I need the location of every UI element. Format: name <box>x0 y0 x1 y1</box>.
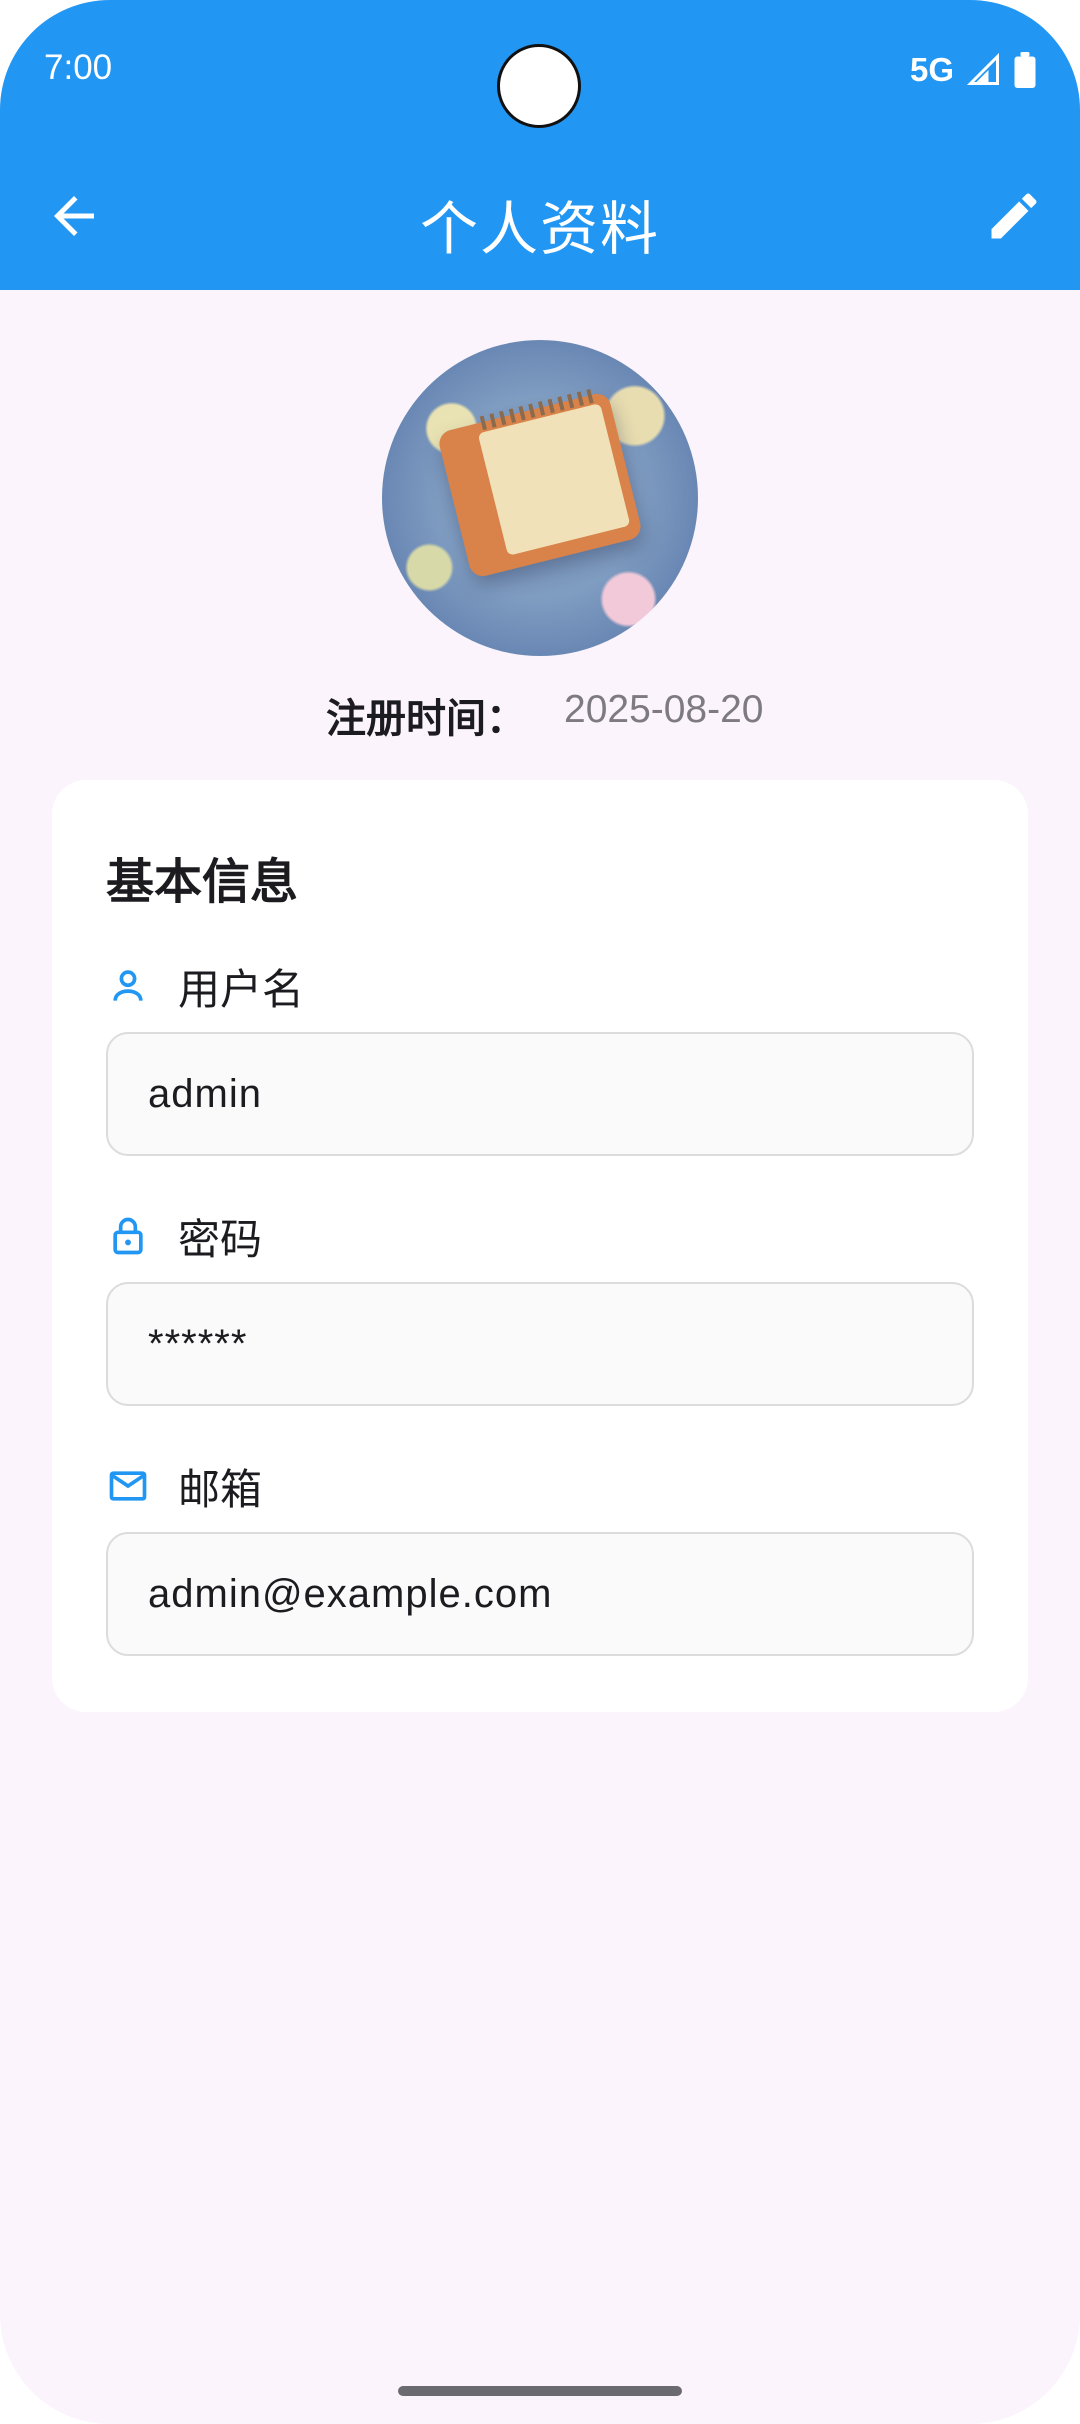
notebook-image <box>436 388 644 580</box>
username-value: admin <box>148 1071 262 1116</box>
network-type: 5G <box>909 51 954 88</box>
page-title: 个人资料 <box>419 195 660 263</box>
email-label-row: 邮箱 <box>106 1456 262 1516</box>
password-value: ****** <box>148 1321 248 1366</box>
basic-info-card: 基本信息 用户名 admin 密码 ****** 邮箱 admin@exampl… <box>52 780 1028 1712</box>
avatar[interactable] <box>382 340 698 656</box>
email-value: admin@example.com <box>148 1571 553 1616</box>
signal-icon <box>966 52 999 85</box>
status-time: 7:00 <box>44 48 113 87</box>
profile-screen: 7:00 5G 个人资料 注册时间： 2025-08-20 基本信息 用户名 a… <box>0 0 1080 2424</box>
edit-pencil-icon[interactable] <box>984 186 1044 246</box>
mail-icon <box>109 1471 147 1501</box>
username-field[interactable]: admin <box>106 1032 974 1156</box>
app-bar: 7:00 5G 个人资料 <box>0 0 1080 290</box>
card-title: 基本信息 <box>106 854 299 910</box>
status-icons: 5G <box>910 48 1036 92</box>
registration-label: 注册时间： <box>326 696 526 742</box>
email-label: 邮箱 <box>178 1464 263 1514</box>
home-indicator[interactable] <box>398 2386 682 2396</box>
registration-date: 2025-08-20 <box>564 688 764 731</box>
password-field[interactable]: ****** <box>106 1282 974 1406</box>
camera-cutout <box>497 44 581 128</box>
password-label: 密码 <box>178 1214 263 1264</box>
email-field[interactable]: admin@example.com <box>106 1532 974 1656</box>
password-label-row: 密码 <box>106 1206 262 1266</box>
lock-icon <box>113 1217 143 1255</box>
battery-icon <box>1014 52 1036 88</box>
username-label-row: 用户名 <box>106 956 304 1016</box>
person-icon <box>113 970 143 1001</box>
username-label: 用户名 <box>178 964 305 1014</box>
